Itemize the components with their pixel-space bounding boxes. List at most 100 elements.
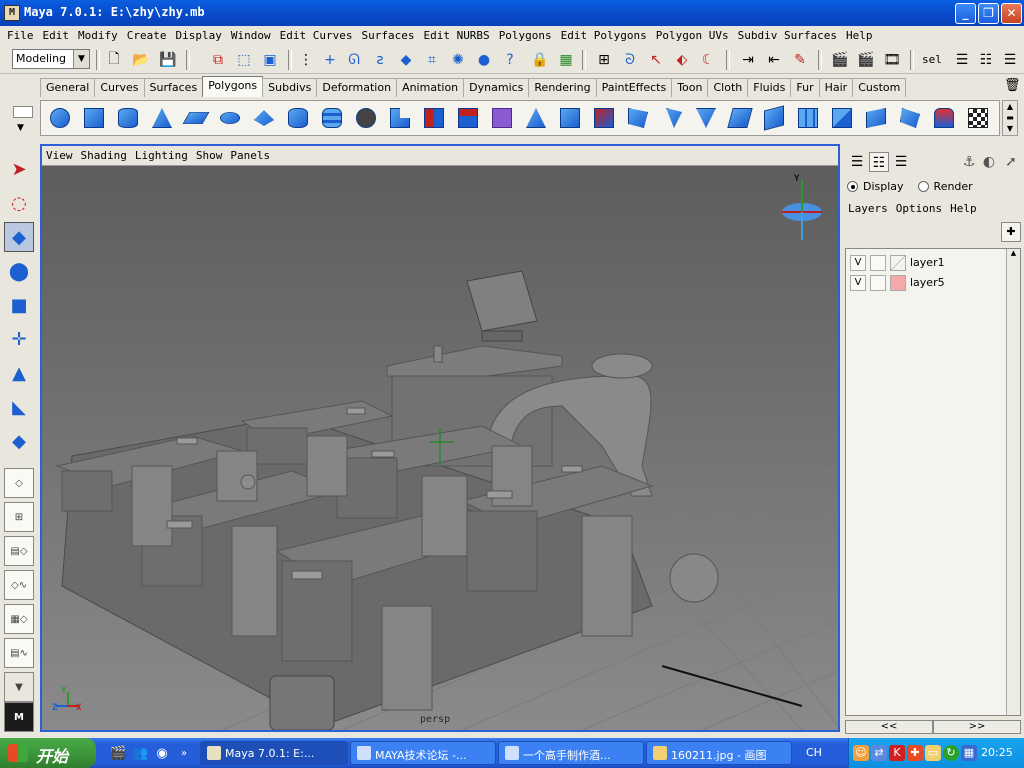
snap-curve-icon[interactable]: ᘐ [620,50,640,70]
soft-mod-tool-icon[interactable]: ◣ [4,392,34,422]
hypershade-persp-layout-icon[interactable]: ▦◇ [4,604,34,634]
layer-menu-help[interactable]: Help [950,202,977,215]
mirror-geometry-icon[interactable] [521,103,551,133]
render-globals-icon[interactable]: 🎞 [882,50,902,70]
poly-plane-icon[interactable] [181,103,211,133]
panel-menu-show[interactable]: Show [196,146,231,165]
snap-view-plane-icon[interactable]: ⬖ [672,50,692,70]
select-surfaces-icon[interactable]: ◆ [396,50,416,70]
tray-folder-icon[interactable]: ▭ [925,745,941,761]
manipulator-tool-icon[interactable]: ▲ [4,358,34,388]
tray-input-icon[interactable]: ▦ [961,745,977,761]
minimize-button[interactable]: _ [955,3,976,24]
trash-icon[interactable]: 🗑 [1004,78,1021,94]
poly-helix-icon[interactable] [317,103,347,133]
tab-curves[interactable]: Curves [94,78,145,97]
single-perspective-layout-icon[interactable]: ◇ [4,468,34,498]
open-scene-icon[interactable]: 📂 [131,50,151,70]
make-live-icon[interactable]: ☾ [698,50,718,70]
tab-toon[interactable]: Toon [671,78,709,97]
lasso-tool-icon[interactable]: ◌ [4,188,34,218]
tray-firewall-icon[interactable]: ✚ [907,745,923,761]
last-used-tool-icon[interactable]: ◆ [4,426,34,456]
select-curves-icon[interactable]: ꙅ [370,50,390,70]
move-up-icon[interactable]: ⚓ [959,152,979,172]
menu-set-dropdown[interactable]: Modeling ▼ [12,49,90,69]
wedge-face-icon[interactable] [657,103,687,133]
channel-box-icon[interactable]: ☰ [847,152,867,172]
persp-graph-hypergraph-layout-icon[interactable]: ▤∿ [4,638,34,668]
paint-select-tool-icon[interactable]: ◆ [4,222,34,252]
select-hierarchy-icon[interactable]: ⧉ [208,50,228,70]
tab-fluids[interactable]: Fluids [747,78,792,97]
selection-arrow-icon[interactable]: ➚ [1001,152,1021,172]
select-deformations-icon[interactable]: ⌗ [422,50,442,70]
panel-menu-shading[interactable]: Shading [81,146,135,165]
quicklaunch-browser-icon[interactable]: ◉ [154,746,170,762]
quicklaunch-more-icon[interactable]: » [176,746,192,762]
new-scene-icon[interactable]: 🗋 [104,50,124,70]
tab-custom[interactable]: Custom [852,78,907,97]
select-dynamics-icon[interactable]: ✺ [448,50,468,70]
menu-window[interactable]: Window [228,26,277,46]
layer-name[interactable]: layer1 [910,256,945,269]
attribute-editor-toggle-icon[interactable]: ☷ [976,50,996,70]
shelf-menu-triangle-icon[interactable]: ▼ [17,123,24,133]
taskbar-clock[interactable]: 20:25 [981,746,1013,759]
layer-menu-options[interactable]: Options [896,202,942,215]
scale-tool-icon[interactable]: ✛ [4,324,34,354]
layer-visibility-toggle[interactable]: V [850,275,866,291]
tray-network-icon[interactable]: ⇄ [871,745,887,761]
boolean-icon[interactable] [453,103,483,133]
tab-subdivs[interactable]: Subdivs [262,78,318,97]
menu-polygon-uvs[interactable]: Polygon UVs [653,26,735,46]
quick-selection-label[interactable]: sel [922,53,942,66]
poke-face-icon[interactable] [691,103,721,133]
shelf-tabs-toggle[interactable] [13,106,33,118]
menu-edit-curves[interactable]: Edit Curves [277,26,359,46]
layer-menu-layers[interactable]: Layers [848,202,888,215]
panel-menu-view[interactable]: View [46,146,81,165]
tab-polygons[interactable]: Polygons [202,76,264,97]
panel-menu-lighting[interactable]: Lighting [135,146,196,165]
layer-list-scrollbar[interactable]: ▲ [1006,249,1020,715]
bevel-icon[interactable] [725,103,755,133]
select-handles-icon[interactable]: + [320,50,340,70]
smooth-icon[interactable] [487,103,517,133]
scroll-left-button[interactable]: << [845,720,933,734]
menu-surfaces[interactable]: Surfaces [358,26,420,46]
layer-color-swatch[interactable] [890,255,906,271]
move-tool-icon[interactable]: ⬤ [4,256,34,286]
language-indicator[interactable]: CH [806,746,822,759]
tray-k-icon[interactable]: K [889,745,905,761]
snap-point-icon[interactable]: ↖ [646,50,666,70]
tab-rendering[interactable]: Rendering [528,78,597,97]
reduce-icon[interactable] [895,103,925,133]
poly-cone-icon[interactable] [147,103,177,133]
chamfer-icon[interactable] [759,103,789,133]
subdivide-icon[interactable] [793,103,823,133]
mask-menu-icon[interactable]: ⋮ [296,50,316,70]
extrude-edge-icon[interactable] [589,103,619,133]
menu-display[interactable]: Display [173,26,228,46]
tray-qq-icon[interactable]: ☺ [853,745,869,761]
channel-layer-editor-icon[interactable]: ☷ [869,152,889,172]
tab-cloth[interactable]: Cloth [707,78,749,97]
render-mode-radio[interactable] [917,181,929,192]
shelf-scrollbar[interactable]: ▲ ▬ ▼ [1002,100,1018,136]
layer-type-toggle[interactable] [870,275,886,291]
task-forum[interactable]: MAYA技术论坛 -... [350,741,496,765]
maya-app-icon[interactable]: M [4,5,20,21]
quadrangulate-icon[interactable] [861,103,891,133]
cleanup-icon[interactable] [929,103,959,133]
select-rendering-icon[interactable]: ● [474,50,494,70]
layer-editor-only-icon[interactable]: ☰ [891,152,911,172]
triangulate-icon[interactable] [827,103,857,133]
select-joints-icon[interactable]: ᘏ [344,50,364,70]
layout-menu-icon[interactable]: ▼ [4,672,34,702]
tab-fur[interactable]: Fur [790,78,820,97]
perspective-viewport[interactable]: View Shading Lighting Show Panels Y Y Z … [40,144,840,732]
poly-cube-icon[interactable] [79,103,109,133]
layer-row[interactable]: V layer1 [850,255,1000,273]
split-polygon-icon[interactable] [623,103,653,133]
